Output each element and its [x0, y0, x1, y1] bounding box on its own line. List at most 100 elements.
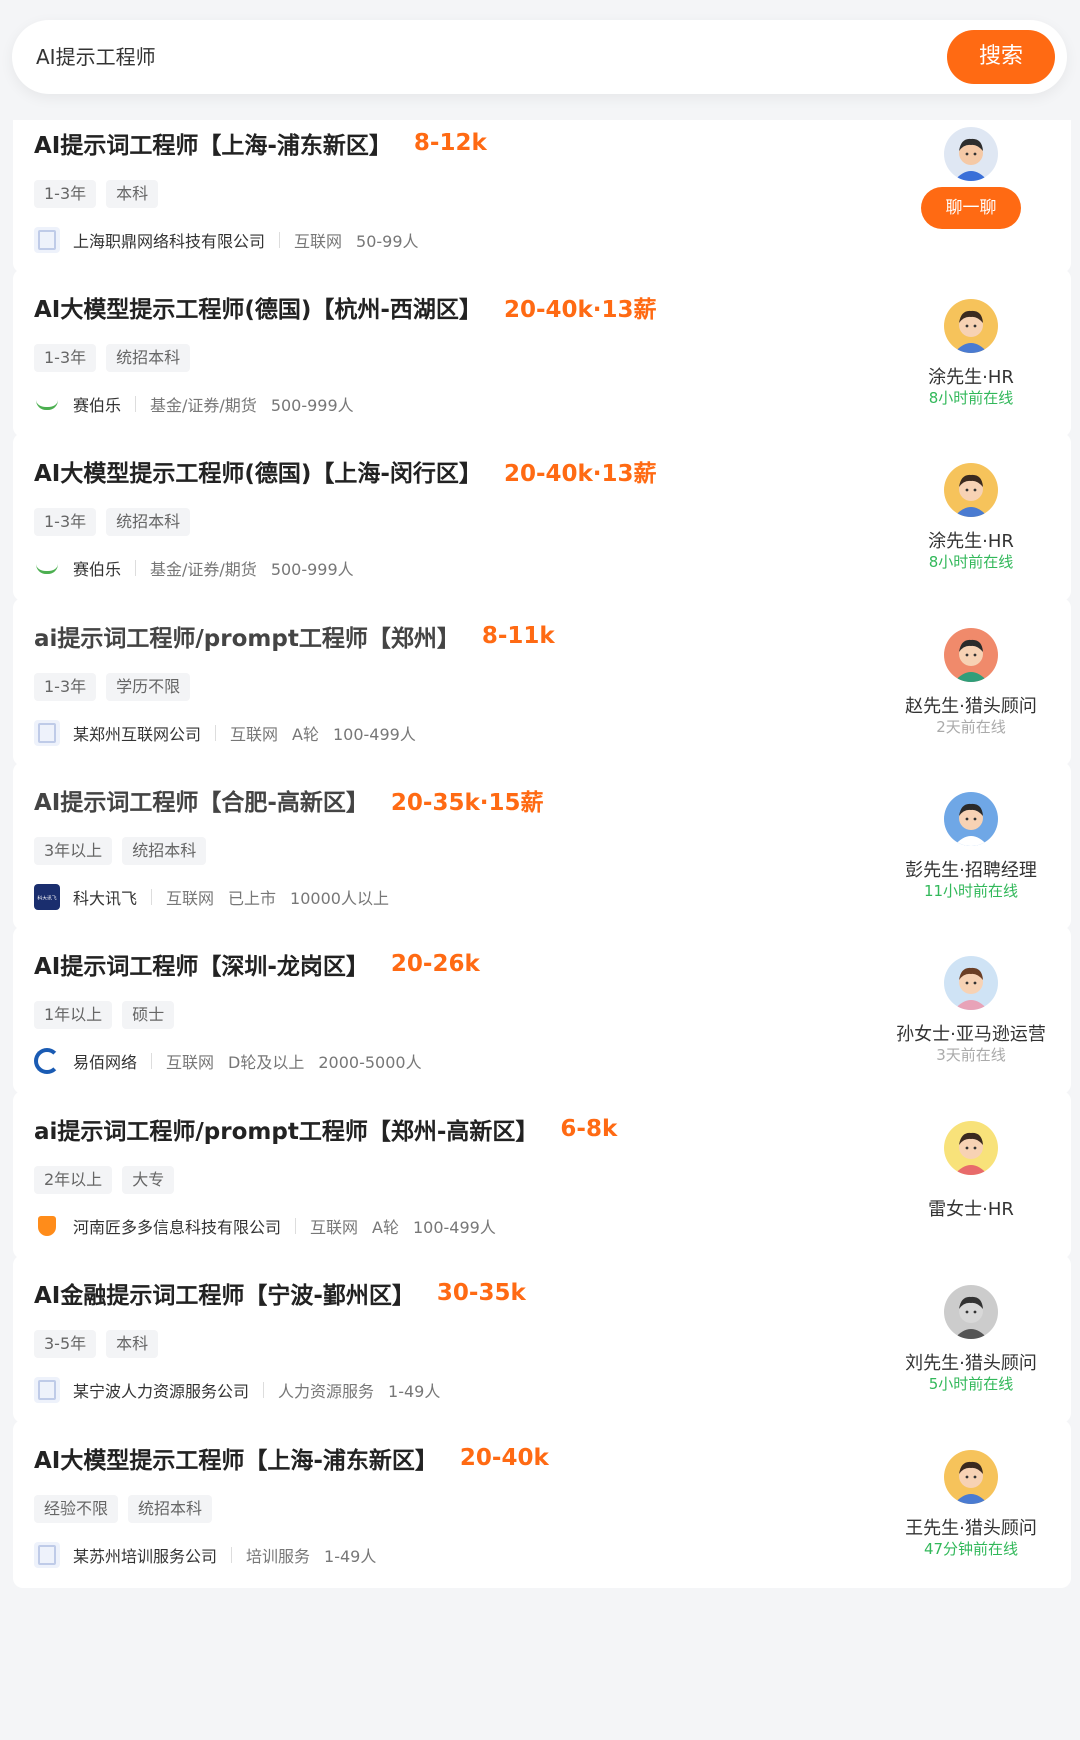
job-card[interactable]: AI大模型提示工程师(德国)【杭州-西湖区】 20-40k·13薪 1-3年 统招本科… — [13, 269, 1071, 437]
title-row: AI金融提示词工程师【宁波-鄞州区】 30-35k — [34, 1275, 526, 1311]
recruiter-avatar[interactable] — [944, 1121, 998, 1175]
requirement-tag: 1-3年 — [34, 508, 97, 536]
company-logo: 科大讯飞 — [34, 884, 60, 910]
recruiter: 涂先生·HR 8小时前在线 — [871, 433, 1071, 601]
recruiter-avatar[interactable] — [944, 1285, 998, 1339]
job-title[interactable]: AI大模型提示工程师(德国)【上海-闵行区】 — [34, 454, 482, 488]
requirement-tags: 1-3年 本科 — [34, 180, 159, 208]
company-meta: 1-49人 — [324, 1547, 377, 1566]
job-title[interactable]: AI提示词工程师【合肥-高新区】 — [34, 783, 369, 817]
company-logo — [34, 391, 60, 417]
company-meta: 500-999人 — [270, 396, 354, 415]
company-meta: 10000人以上 — [290, 889, 389, 908]
divider — [231, 1547, 233, 1563]
recruiter-avatar[interactable] — [944, 463, 998, 517]
job-card[interactable]: AI提示词工程师【深圳-龙岗区】 20-26k 1年以上 硕士易佰网络 互联网 D轮及以上… — [13, 926, 1071, 1094]
requirement-tag: 1年以上 — [34, 1001, 113, 1029]
job-card[interactable]: AI提示词工程师【合肥-高新区】 20-35k·15薪 3年以上 统招本科 科大讯飞 科大… — [13, 762, 1071, 930]
recruiter-avatar[interactable] — [944, 1450, 998, 1504]
header: AI提示工程师 搜索 — [0, 0, 1080, 120]
chat-button[interactable]: 聊一聊 — [921, 187, 1021, 229]
company-logo — [34, 1377, 60, 1403]
company-meta: 500-999人 — [270, 560, 354, 579]
divider — [135, 396, 137, 412]
job-card[interactable]: AI大模型提示工程师(德国)【上海-闵行区】 20-40k·13薪 1-3年 统招本科… — [13, 433, 1071, 601]
recruiter-avatar[interactable] — [944, 299, 998, 353]
search-bar[interactable]: AI提示工程师 搜索 — [12, 20, 1067, 94]
salary: 20-40k — [459, 1445, 549, 1471]
company-row: 某苏州培训服务公司 培训服务 1-49人 — [34, 1540, 376, 1570]
company-row: 赛伯乐 基金/证券/期货 500-999人 — [34, 553, 354, 583]
title-row: AI提示词工程师【合肥-高新区】 20-35k·15薪 — [34, 782, 544, 818]
salary: 20-26k — [390, 951, 480, 977]
company-meta: 人力资源服务 — [278, 1382, 375, 1401]
company-logo — [34, 555, 60, 581]
job-card[interactable]: AI提示词工程师【上海-浦东新区】 8-12k 1-3年 本科上海职鼎网络科技有限公司… — [13, 105, 1071, 273]
recruiter-name: 彭先生·招聘经理 — [905, 860, 1037, 881]
requirement-tags: 1年以上 硕士 — [34, 1001, 175, 1029]
job-title[interactable]: AI提示词工程师【上海-浦东新区】 — [34, 126, 392, 160]
company-name[interactable]: 赛伯乐 — [73, 556, 121, 580]
requirement-tag: 2年以上 — [34, 1166, 113, 1194]
recruiter: 赵先生·猎头顾问 2天前在线 — [871, 598, 1071, 766]
job-title[interactable]: AI大模型提示工程师(德国)【杭州-西湖区】 — [34, 290, 482, 324]
company-row: 易佰网络 互联网 D轮及以上 2000-5000人 — [34, 1046, 422, 1076]
recruiter-name: 孙女士·亚马逊运营 — [896, 1024, 1046, 1045]
job-card[interactable]: AI大模型提示工程师【上海-浦东新区】 20-40k 经验不限 统招本科某苏州培训服务… — [13, 1420, 1071, 1588]
requirement-tags: 经验不限 统招本科 — [34, 1495, 213, 1523]
requirement-tag: 大专 — [122, 1166, 175, 1194]
requirement-tags: 2年以上 大专 — [34, 1166, 175, 1194]
recruiter-name: 涂先生·HR — [928, 531, 1014, 552]
search-input[interactable]: AI提示工程师 — [36, 20, 156, 94]
company-name[interactable]: 某宁波人力资源服务公司 — [73, 1378, 249, 1402]
title-row: AI大模型提示工程师(德国)【上海-闵行区】 20-40k·13薪 — [34, 453, 657, 489]
requirement-tag: 本科 — [106, 1330, 159, 1358]
recruiter-status: 8小时前在线 — [928, 389, 1014, 407]
company-name[interactable]: 赛伯乐 — [73, 392, 121, 416]
company-row: 科大讯飞 科大讯飞 互联网 已上市 10000人以上 — [34, 882, 389, 912]
recruiter-name: 刘先生·猎头顾问 — [905, 1353, 1037, 1374]
recruiter-avatar[interactable] — [944, 127, 998, 181]
company-name[interactable]: 科大讯飞 — [73, 885, 137, 909]
company-name[interactable]: 河南匠多多信息科技有限公司 — [73, 1214, 281, 1238]
recruiter-avatar[interactable] — [944, 956, 998, 1010]
salary: 30-35k — [436, 1280, 526, 1306]
job-title[interactable]: AI提示词工程师【深圳-龙岗区】 — [34, 947, 369, 981]
company-logo — [34, 1213, 60, 1239]
requirement-tag: 经验不限 — [34, 1495, 119, 1523]
requirement-tags: 1-3年 统招本科 — [34, 344, 191, 372]
job-card[interactable]: ai提示词工程师/prompt工程师【郑州】 8-11k 1-3年 学历不限 某郑州互联… — [13, 598, 1071, 766]
requirement-tag: 3年以上 — [34, 837, 113, 865]
company-meta: 已上市 — [228, 889, 277, 908]
recruiter-avatar[interactable] — [944, 792, 998, 846]
recruiter-avatar[interactable] — [944, 628, 998, 682]
requirement-tags: 3-5年 本科 — [34, 1330, 159, 1358]
company-meta: 互联网 — [166, 889, 215, 908]
salary: 6-8k — [560, 1116, 618, 1142]
title-row: AI大模型提示工程师(德国)【杭州-西湖区】 20-40k·13薪 — [34, 289, 657, 325]
company-meta: A轮 — [292, 725, 319, 744]
job-card[interactable]: ai提示词工程师/prompt工程师【郑州-高新区】 6-8k 2年以上 大专河南匠多… — [13, 1091, 1071, 1259]
job-title[interactable]: ai提示词工程师/prompt工程师【郑州】 — [34, 619, 460, 653]
recruiter: 雷女士·HR — [871, 1091, 1071, 1259]
job-title[interactable]: ai提示词工程师/prompt工程师【郑州-高新区】 — [34, 1112, 538, 1146]
company-meta: 1-49人 — [388, 1382, 441, 1401]
company-name[interactable]: 上海职鼎网络科技有限公司 — [73, 228, 265, 252]
recruiter: 孙女士·亚马逊运营 3天前在线 — [871, 926, 1071, 1094]
company-name[interactable]: 某郑州互联网公司 — [73, 721, 201, 745]
requirement-tag: 1-3年 — [34, 673, 97, 701]
title-row: AI提示词工程师【上海-浦东新区】 8-12k — [34, 125, 487, 161]
company-name[interactable]: 某苏州培训服务公司 — [73, 1543, 217, 1567]
job-card[interactable]: AI金融提示词工程师【宁波-鄞州区】 30-35k 3-5年 本科某宁波人力资源服务公… — [13, 1255, 1071, 1423]
search-button[interactable]: 搜索 — [947, 30, 1055, 84]
title-row: AI大模型提示工程师【上海-浦东新区】 20-40k — [34, 1440, 549, 1476]
job-title[interactable]: AI金融提示词工程师【宁波-鄞州区】 — [34, 1276, 415, 1310]
job-title[interactable]: AI大模型提示工程师【上海-浦东新区】 — [34, 1441, 438, 1475]
requirement-tag: 统招本科 — [106, 508, 191, 536]
salary: 20-35k·15薪 — [390, 790, 544, 816]
recruiter-name: 王先生·猎头顾问 — [905, 1518, 1037, 1539]
requirement-tag: 1-3年 — [34, 180, 97, 208]
company-logo — [34, 227, 60, 253]
company-name[interactable]: 易佰网络 — [73, 1049, 137, 1073]
salary: 8-11k — [481, 623, 555, 649]
